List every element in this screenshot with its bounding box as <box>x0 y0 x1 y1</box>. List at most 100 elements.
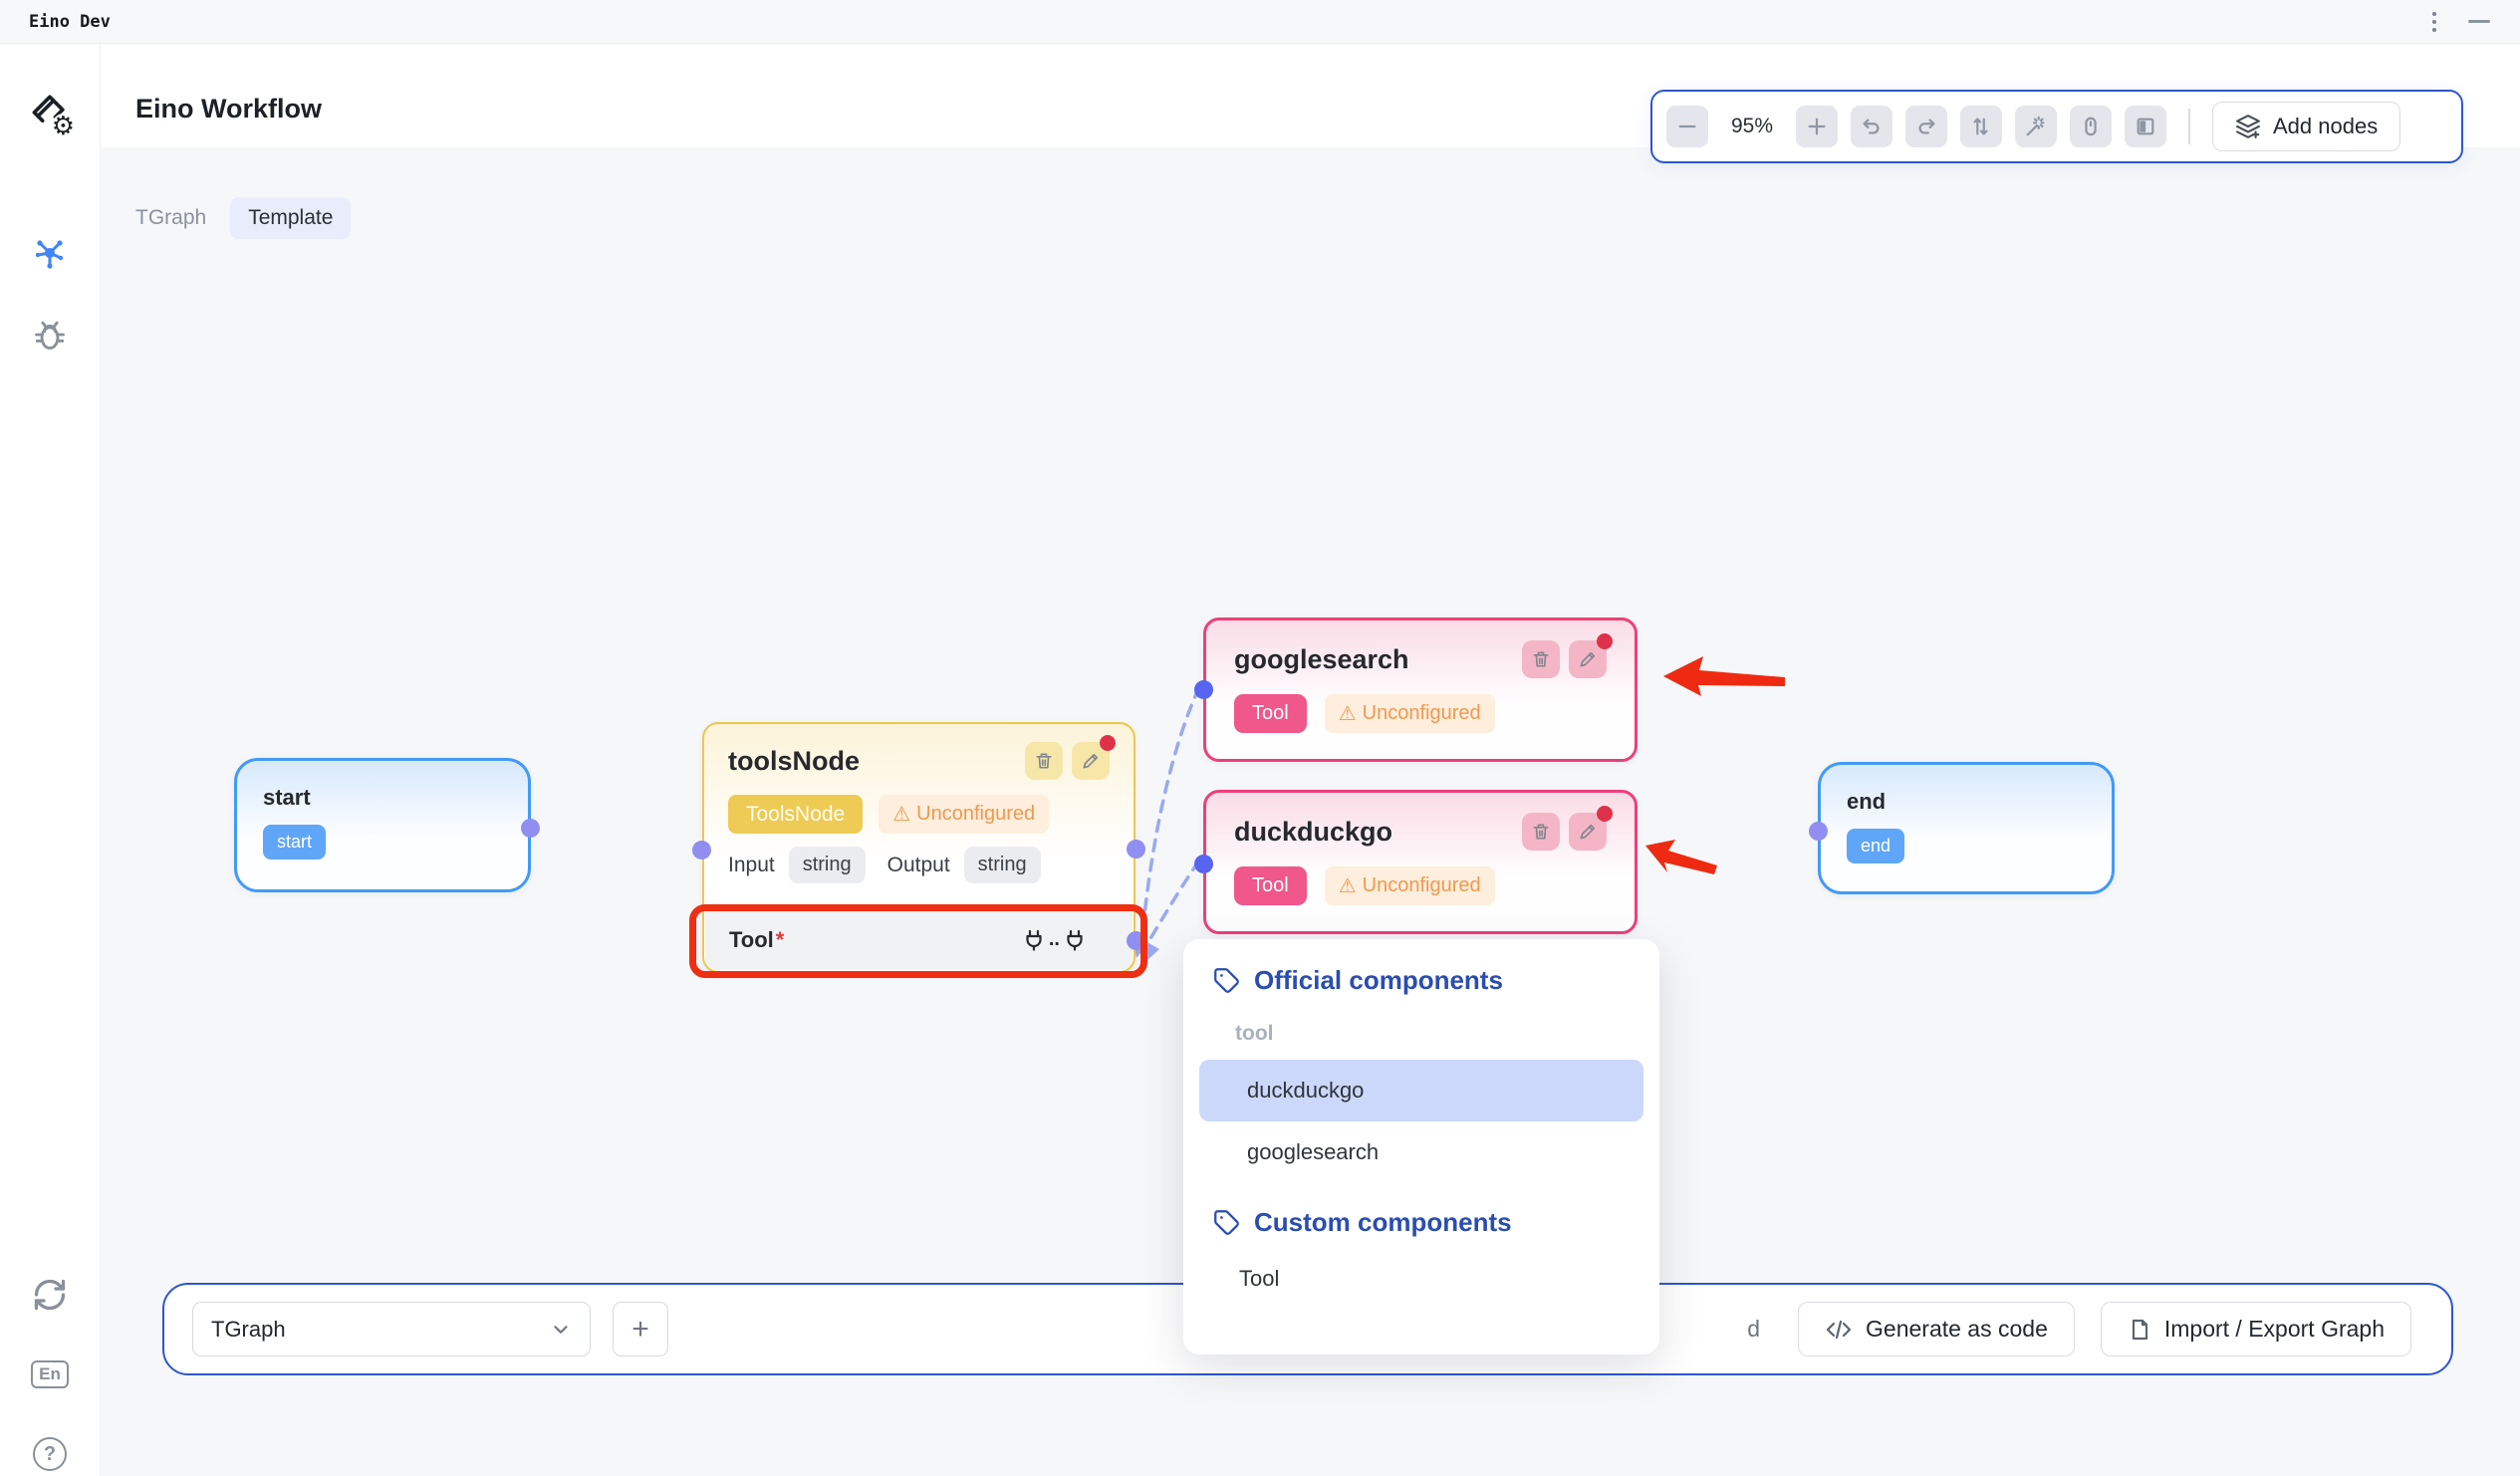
node-duckduckgo[interactable]: duckduckgo Tool ⚠ Unconfigured <box>1203 790 1638 934</box>
unsaved-indicator-dot <box>1597 806 1613 822</box>
delete-node-button[interactable] <box>1522 813 1560 851</box>
annotation-arrow-large <box>1663 656 1785 696</box>
workflow-graph-icon <box>32 235 68 271</box>
tab-template[interactable]: Template <box>230 197 351 239</box>
port-tool-slot[interactable] <box>1127 931 1145 950</box>
port-duckduckgo-input[interactable] <box>1194 855 1213 873</box>
minimize-icon[interactable] <box>2468 20 2490 23</box>
node-type-badge: ToolsNode <box>728 795 863 834</box>
delete-node-button[interactable] <box>1522 640 1560 678</box>
add-nodes-button[interactable]: Add nodes <box>2212 102 2400 151</box>
node-type-badge: Tool <box>1234 866 1307 905</box>
minimap-icon <box>2135 116 2156 137</box>
node-start-badge: start <box>263 825 326 860</box>
code-icon <box>1825 1318 1853 1342</box>
component-dropdown-panel: Official components tool duckduckgo goog… <box>1183 939 1659 1354</box>
import-export-graph-button[interactable]: Import / Export Graph <box>2101 1302 2411 1356</box>
port-end-input[interactable] <box>1809 822 1828 841</box>
node-toolsnode[interactable]: toolsNode ToolsNode ⚠ Unconfigured Input… <box>702 722 1135 973</box>
minimap-button[interactable] <box>2125 106 2166 147</box>
edge-tool-to-duckduckgo <box>1144 861 1199 948</box>
port-start-output[interactable] <box>521 819 540 838</box>
port-toolsnode-output[interactable] <box>1127 840 1145 859</box>
page-title: Eino Workflow <box>135 94 322 124</box>
status-badge: ⚠ Unconfigured <box>879 795 1049 834</box>
help-icon: ? <box>33 1437 67 1471</box>
sidebar-item-help[interactable]: ? <box>28 1432 72 1476</box>
unsaved-indicator-dot <box>1100 735 1116 751</box>
status-badge: ⚠ Unconfigured <box>1325 694 1495 733</box>
sidebar-item-workflow[interactable] <box>28 231 72 275</box>
mouse-mode-button[interactable] <box>2070 106 2112 147</box>
pencil-icon <box>1578 822 1598 842</box>
node-end-title: end <box>1847 789 2086 815</box>
unsaved-indicator-dot <box>1597 633 1613 649</box>
layers-plus-icon <box>2235 114 2261 139</box>
window-title: Eino Dev <box>29 12 111 32</box>
trash-icon <box>1034 751 1054 771</box>
sidebar-item-language[interactable]: En <box>28 1353 72 1396</box>
input-label: Input <box>728 854 775 877</box>
node-start[interactable]: start start <box>234 758 531 892</box>
refresh-icon <box>32 1277 68 1313</box>
pencil-icon <box>1578 649 1598 669</box>
plug-icon <box>1063 928 1087 952</box>
edit-node-button[interactable] <box>1569 813 1607 851</box>
undo-button[interactable] <box>1851 106 1892 147</box>
plug-icons: .. <box>1022 928 1087 952</box>
port-googlesearch-input[interactable] <box>1194 680 1213 699</box>
edit-node-button[interactable] <box>1569 640 1607 678</box>
kebab-menu-icon[interactable] <box>2428 8 2440 36</box>
custom-components-heading: Custom components <box>1183 1207 1659 1238</box>
tool-slot-label: Tool <box>729 927 774 953</box>
auto-layout-button[interactable] <box>1960 106 2002 147</box>
zoom-level: 95% <box>1721 115 1783 138</box>
mouse-icon <box>2080 116 2102 137</box>
edit-node-button[interactable] <box>1072 742 1110 780</box>
node-googlesearch-title: googlesearch <box>1234 644 1409 675</box>
input-type-pill: string <box>789 847 866 883</box>
sidebar-item-refresh[interactable] <box>28 1273 72 1317</box>
component-item-googlesearch[interactable]: googlesearch <box>1199 1121 1643 1183</box>
port-toolsnode-input[interactable] <box>692 841 711 860</box>
add-graph-button[interactable]: + <box>613 1302 668 1356</box>
warning-icon: ⚠ <box>892 802 910 827</box>
node-end[interactable]: end end <box>1818 762 2115 894</box>
generate-as-code-button[interactable]: Generate as code <box>1798 1302 2075 1356</box>
minus-icon <box>1676 116 1698 137</box>
tag-icon <box>1213 1209 1240 1236</box>
trash-icon <box>1531 822 1551 842</box>
redo-icon <box>1915 116 1937 137</box>
magic-wand-icon <box>2025 116 2047 137</box>
node-start-title: start <box>263 785 502 811</box>
undo-icon <box>1861 116 1883 137</box>
auto-layout-icon <box>1970 116 1992 137</box>
file-icon <box>2128 1318 2151 1342</box>
edge-tool-to-googlesearch <box>1141 687 1199 944</box>
graph-tabs: TGraph Template <box>135 197 351 239</box>
sidebar-item-debug[interactable] <box>28 313 72 357</box>
node-googlesearch[interactable]: googlesearch Tool ⚠ Unconfigured <box>1203 617 1638 762</box>
add-nodes-label: Add nodes <box>2273 114 2378 139</box>
output-type-pill: string <box>964 847 1041 883</box>
zoom-in-button[interactable] <box>1796 106 1838 147</box>
node-end-badge: end <box>1847 829 1904 863</box>
language-icon: En <box>31 1360 69 1388</box>
redo-button[interactable] <box>1905 106 1947 147</box>
zoom-out-button[interactable] <box>1666 106 1708 147</box>
edge-arrowhead <box>1145 941 1159 960</box>
component-item-tool[interactable]: Tool <box>1199 1248 1643 1310</box>
node-toolsnode-title: toolsNode <box>728 746 860 777</box>
tool-slot-row[interactable]: Tool * .. <box>705 909 1133 970</box>
window-titlebar: Eino Dev <box>0 0 2520 44</box>
delete-node-button[interactable] <box>1025 742 1063 780</box>
sidebar: ⚙ <box>0 44 101 1476</box>
annotation-arrow-small <box>1645 840 1717 874</box>
component-item-duckduckgo[interactable]: duckduckgo <box>1199 1060 1643 1121</box>
graph-select[interactable]: TGraph <box>192 1302 591 1356</box>
logo-gear-icon: ⚙ <box>52 114 75 139</box>
graph-select-value: TGraph <box>211 1317 286 1343</box>
tab-tgraph[interactable]: TGraph <box>135 206 206 230</box>
group-label-tool: tool <box>1183 1022 1659 1046</box>
magic-wand-button[interactable] <box>2015 106 2057 147</box>
